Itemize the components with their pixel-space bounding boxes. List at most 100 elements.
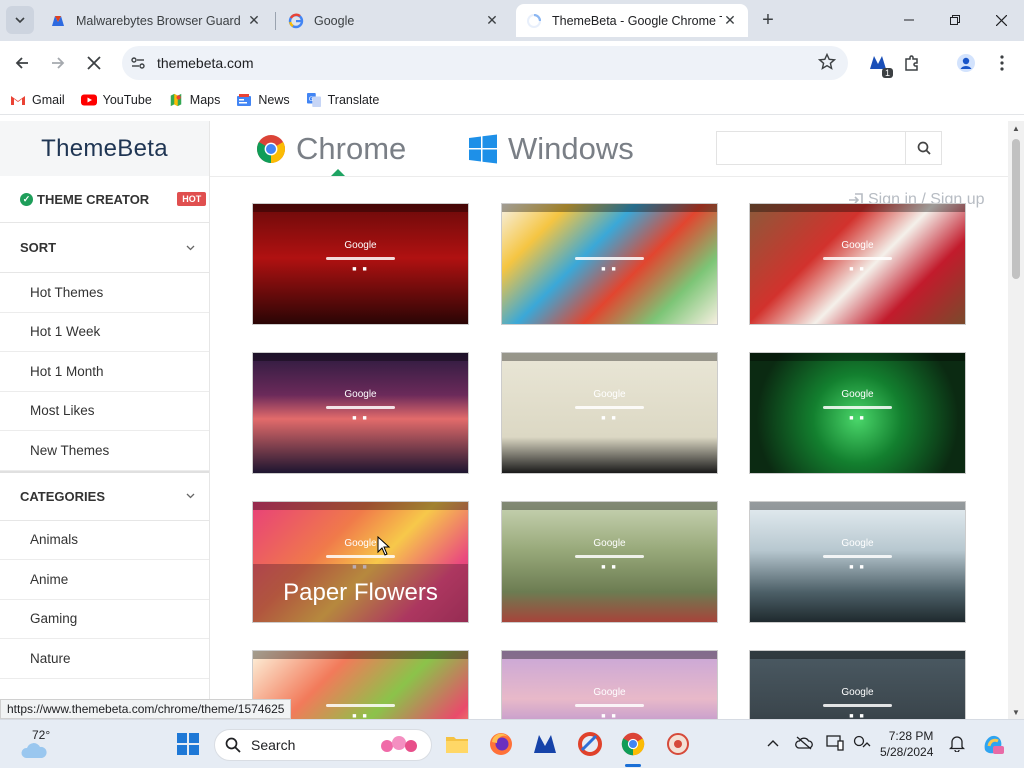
close-window-button[interactable] [978, 6, 1024, 34]
scroll-up-arrow[interactable]: ▲ [1008, 121, 1024, 135]
nav-windows[interactable]: Windows [468, 131, 634, 167]
tray-network-offline[interactable] [795, 734, 813, 752]
malwarebytes-icon [534, 735, 556, 753]
bookmark-gmail[interactable]: Gmail [10, 93, 65, 107]
taskbar-file-explorer[interactable] [444, 731, 470, 757]
page-scrollbar[interactable]: ▲ ▼ [1008, 121, 1024, 719]
taskbar-ccleaner[interactable] [577, 731, 603, 757]
close-icon[interactable]: ✕ [246, 12, 262, 29]
theme-preview-shortcuts: ■ ■ [601, 266, 618, 274]
sidebar-item-hot-themes[interactable]: Hot Themes [0, 273, 209, 313]
theme-card[interactable]: Google ■ ■ [501, 352, 718, 474]
taskbar-malwarebytes[interactable] [532, 731, 558, 757]
tab-separator [275, 12, 276, 30]
bell-icon [949, 736, 965, 752]
taskbar-copilot[interactable] [980, 731, 1006, 757]
taskbar-search[interactable]: Search [214, 729, 432, 761]
sidebar-item-gaming[interactable]: Gaming [0, 600, 209, 639]
theme-preview-searchbar [326, 405, 395, 409]
arrow-right-icon [52, 57, 65, 69]
stop-loading-button[interactable] [80, 49, 108, 77]
scrollbar-thumb[interactable] [1012, 139, 1020, 279]
new-tab-button[interactable]: + [756, 8, 780, 32]
nav-windows-label: Windows [508, 131, 634, 166]
theme-card[interactable]: ■ ■ [501, 203, 718, 325]
sidebar-item-animals[interactable]: Animals [0, 521, 209, 560]
site-search-button[interactable] [905, 132, 941, 164]
restore-button[interactable] [932, 6, 978, 34]
theme-card[interactable]: Google ■ ■ [749, 650, 966, 719]
theme-preview-logo: Google [841, 687, 874, 698]
bookmark-maps[interactable]: Maps [168, 93, 220, 107]
show-hidden-icons[interactable] [764, 734, 782, 752]
site-logo[interactable]: ThemeBeta [0, 121, 209, 176]
bookmark-star-icon[interactable] [818, 53, 836, 71]
malwarebytes-extension-button[interactable]: 1 [864, 49, 893, 78]
theme-preview-shortcuts: ■ ■ [849, 266, 866, 274]
categories-header[interactable]: CATEGORIES [0, 470, 209, 521]
tray-notifications[interactable] [948, 734, 966, 752]
tray-display[interactable] [826, 734, 844, 752]
google-icon [288, 13, 304, 28]
chevron-down-icon [186, 245, 195, 250]
start-button[interactable] [175, 731, 201, 757]
theme-preview-tabbar [253, 353, 468, 361]
theme-creator-link[interactable]: ✓ THEME CREATOR HOT [0, 176, 209, 223]
taskbar-clock[interactable]: 7:28 PM 5/28/2024 [880, 728, 933, 760]
tray-accessibility[interactable] [853, 734, 871, 752]
address-bar[interactable]: themebeta.com [122, 46, 848, 80]
scroll-down-arrow[interactable]: ▼ [1008, 705, 1024, 719]
close-icon[interactable]: ✕ [484, 12, 500, 29]
theme-card[interactable]: Google ■ ■ [252, 203, 469, 325]
site-info-icon[interactable] [130, 55, 146, 71]
extensions-button[interactable] [898, 49, 926, 77]
theme-preview-shortcuts: ■ ■ [352, 415, 369, 423]
arrow-left-icon [15, 57, 28, 69]
theme-card[interactable]: Google ■ ■ [252, 352, 469, 474]
bookmark-youtube[interactable]: YouTube [80, 93, 152, 107]
profile-button[interactable] [952, 49, 980, 77]
menu-button[interactable] [988, 49, 1016, 77]
taskbar-app[interactable] [665, 731, 691, 757]
theme-card[interactable]: Google ■ ■ [749, 501, 966, 623]
youtube-icon [80, 94, 97, 105]
theme-preview-shortcuts: ■ ■ [849, 564, 866, 572]
sidebar-item-hot-1-week[interactable]: Hot 1 Week [0, 313, 209, 352]
theme-preview-tabbar [253, 204, 468, 212]
tab-google[interactable]: Google ✕ [278, 4, 510, 37]
theme-card[interactable]: Google ■ ■ [501, 650, 718, 719]
translate-icon: G [306, 92, 321, 107]
maps-icon [170, 93, 182, 106]
tab-strip: Malwarebytes Browser Guard ✕ Google ✕ Th… [0, 0, 1024, 41]
theme-card[interactable]: Google ■ ■ [749, 352, 966, 474]
nav-chrome[interactable]: Chrome [256, 131, 406, 167]
tab-malwarebytes[interactable]: Malwarebytes Browser Guard ✕ [40, 4, 272, 37]
theme-preview-logo: Google [841, 240, 874, 251]
sidebar-item-new-themes[interactable]: New Themes [0, 431, 209, 471]
close-icon[interactable]: ✕ [722, 12, 738, 29]
theme-card[interactable]: Google ■ ■ [501, 501, 718, 623]
theme-card[interactable]: Google ■ ■ Paper Flowers [252, 501, 469, 623]
tab-title: Google [314, 13, 355, 28]
sidebar-item-nature[interactable]: Nature [0, 639, 209, 679]
url-text[interactable]: themebeta.com [157, 55, 254, 71]
taskbar-firefox[interactable] [488, 731, 514, 757]
tab-themebeta[interactable]: ThemeBeta - Google Chrome Th ✕ [516, 4, 748, 37]
bookmark-translate[interactable]: G Translate [306, 92, 380, 107]
tab-search-button[interactable] [6, 6, 34, 34]
gmail-icon [11, 95, 25, 105]
theme-card[interactable]: Google ■ ■ [749, 203, 966, 325]
chrome-icon [257, 135, 285, 163]
sort-header[interactable]: SORT [0, 223, 209, 273]
sidebar-item-most-likes[interactable]: Most Likes [0, 392, 209, 431]
bookmark-label: Translate [327, 92, 380, 107]
site-search-input[interactable] [717, 132, 903, 162]
minimize-button[interactable] [886, 6, 932, 34]
taskbar-chrome[interactable] [620, 731, 646, 757]
forward-button[interactable] [44, 49, 72, 77]
sidebar-item-hot-1-month[interactable]: Hot 1 Month [0, 352, 209, 392]
bookmark-news[interactable]: News [236, 93, 290, 107]
back-button[interactable] [8, 49, 36, 77]
site-search-box[interactable] [716, 131, 942, 165]
sidebar-item-anime[interactable]: Anime [0, 560, 209, 600]
